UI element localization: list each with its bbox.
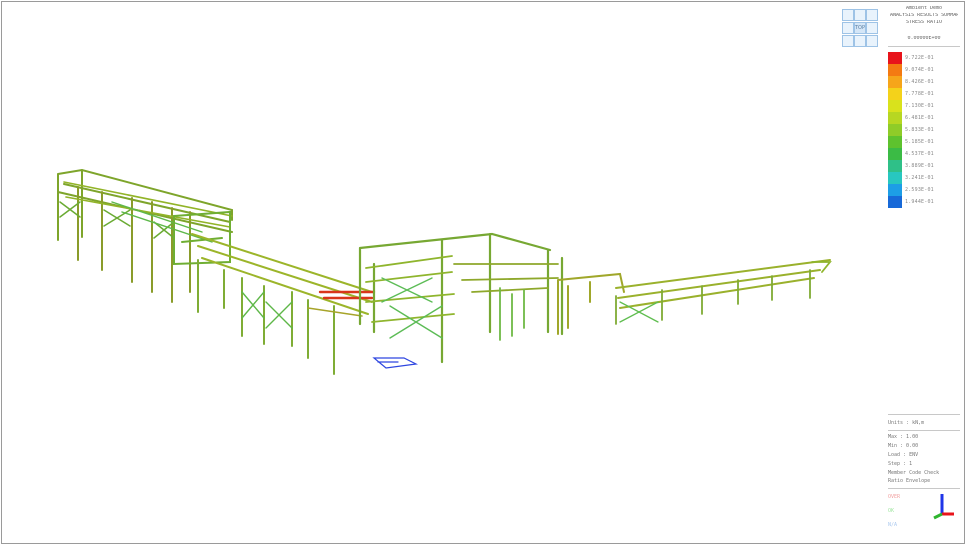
legend-swatch: [888, 136, 902, 148]
model-viewport[interactable]: TOP: [1, 1, 885, 544]
right-pipe-rack: [557, 259, 832, 335]
legend-swatch: [888, 172, 902, 184]
center-pipe-rack: [191, 233, 376, 375]
info-line: Min : 0.00: [888, 443, 919, 449]
legend-swatch: [888, 64, 902, 76]
nav-cube-right[interactable]: [866, 22, 878, 34]
legend-label: 9.074E-01: [905, 67, 934, 73]
legend-item: 1.944E-01: [888, 196, 962, 208]
code-check-na: N/A: [888, 522, 898, 528]
legend-item: 9.074E-01: [888, 64, 962, 76]
info-separator-top: [888, 414, 960, 415]
info-line: Load : ENV: [888, 452, 919, 458]
legend-label: 8.426E-01: [905, 79, 934, 85]
legend-label: 6.481E-01: [905, 115, 934, 121]
nav-cube-top-right[interactable]: [866, 9, 878, 21]
legend-label: 1.944E-01: [905, 199, 934, 205]
info-line: Units : kN,m: [888, 420, 925, 426]
legend-item: 5.185E-01: [888, 136, 962, 148]
ground-items: [372, 357, 419, 369]
legend-swatch: [888, 196, 902, 208]
legend-item: 5.833E-01: [888, 124, 962, 136]
legend-item: 4.537E-01: [888, 148, 962, 160]
legend-swatch: [888, 112, 902, 124]
info-line: Member Code Check: [888, 470, 940, 476]
legend-header-3: STRESS RATIO: [905, 20, 943, 25]
legend-swatch: [888, 160, 902, 172]
legend-item: 6.481E-01: [888, 112, 962, 124]
legend-label: 7.130E-01: [905, 103, 934, 109]
center-building: [358, 232, 564, 364]
info-line: Step : 1: [888, 461, 913, 467]
y-axis: [933, 512, 943, 520]
legend-label: 4.537E-01: [905, 151, 934, 157]
legend-label: 3.241E-01: [905, 175, 934, 181]
legend-item: 3.889E-01: [888, 160, 962, 172]
legend-item: 9.722E-01: [888, 52, 962, 64]
nav-cube-left[interactable]: [842, 22, 854, 34]
legend-item: 7.130E-01: [888, 100, 962, 112]
legend-label: 9.722E-01: [905, 55, 934, 61]
code-check-ok: OK: [888, 508, 895, 514]
legend-item: 7.778E-01: [888, 88, 962, 100]
legend-swatch: [888, 52, 902, 64]
legend-panel: Ambient Demo ANALYSIS RESULTS SUMMARY ST…: [884, 1, 965, 544]
legend-label: 7.778E-01: [905, 91, 934, 97]
left-module: [57, 168, 233, 303]
navigation-cube[interactable]: TOP: [840, 7, 880, 49]
legend-item: 3.241E-01: [888, 172, 962, 184]
info-separator: [888, 430, 960, 431]
structure-frame: [57, 168, 832, 375]
legend-swatch: [888, 88, 902, 100]
nav-cube-top-left[interactable]: [842, 9, 854, 21]
structure-3d-view[interactable]: [2, 2, 884, 543]
code-check-over: OVER: [888, 494, 901, 500]
legend-swatch: [888, 124, 902, 136]
info-line: Ratio Envelope: [888, 478, 931, 484]
legend-label: 2.593E-01: [905, 187, 934, 193]
legend-swatch: [888, 184, 902, 196]
nav-cube-bottom-left[interactable]: [842, 35, 854, 47]
axis-triad-icon: [933, 494, 954, 520]
info-separator-bottom: [888, 488, 960, 489]
info-line: Max : 1.00: [888, 434, 919, 440]
legend-header-4: 0.00000E+00: [907, 36, 941, 41]
legend-item: 2.593E-01: [888, 184, 962, 196]
legend-separator: [888, 46, 960, 47]
nav-cube-bottom[interactable]: [854, 35, 866, 47]
legend-label: 5.833E-01: [905, 127, 934, 133]
nav-cube-center[interactable]: TOP: [854, 22, 866, 34]
nav-cube-bottom-right[interactable]: [866, 35, 878, 47]
legend-swatch: [888, 100, 902, 112]
legend-header-2: ANALYSIS RESULTS SUMMARY: [890, 13, 958, 18]
legend-swatch: [888, 148, 902, 160]
legend-item: 8.426E-01: [888, 76, 962, 88]
nav-cube-top[interactable]: [854, 9, 866, 21]
legend-label: 3.889E-01: [905, 163, 934, 169]
legend-swatch: [888, 76, 902, 88]
legend-header-1: Ambient Demo: [905, 6, 943, 11]
legend-label: 5.185E-01: [905, 139, 934, 145]
